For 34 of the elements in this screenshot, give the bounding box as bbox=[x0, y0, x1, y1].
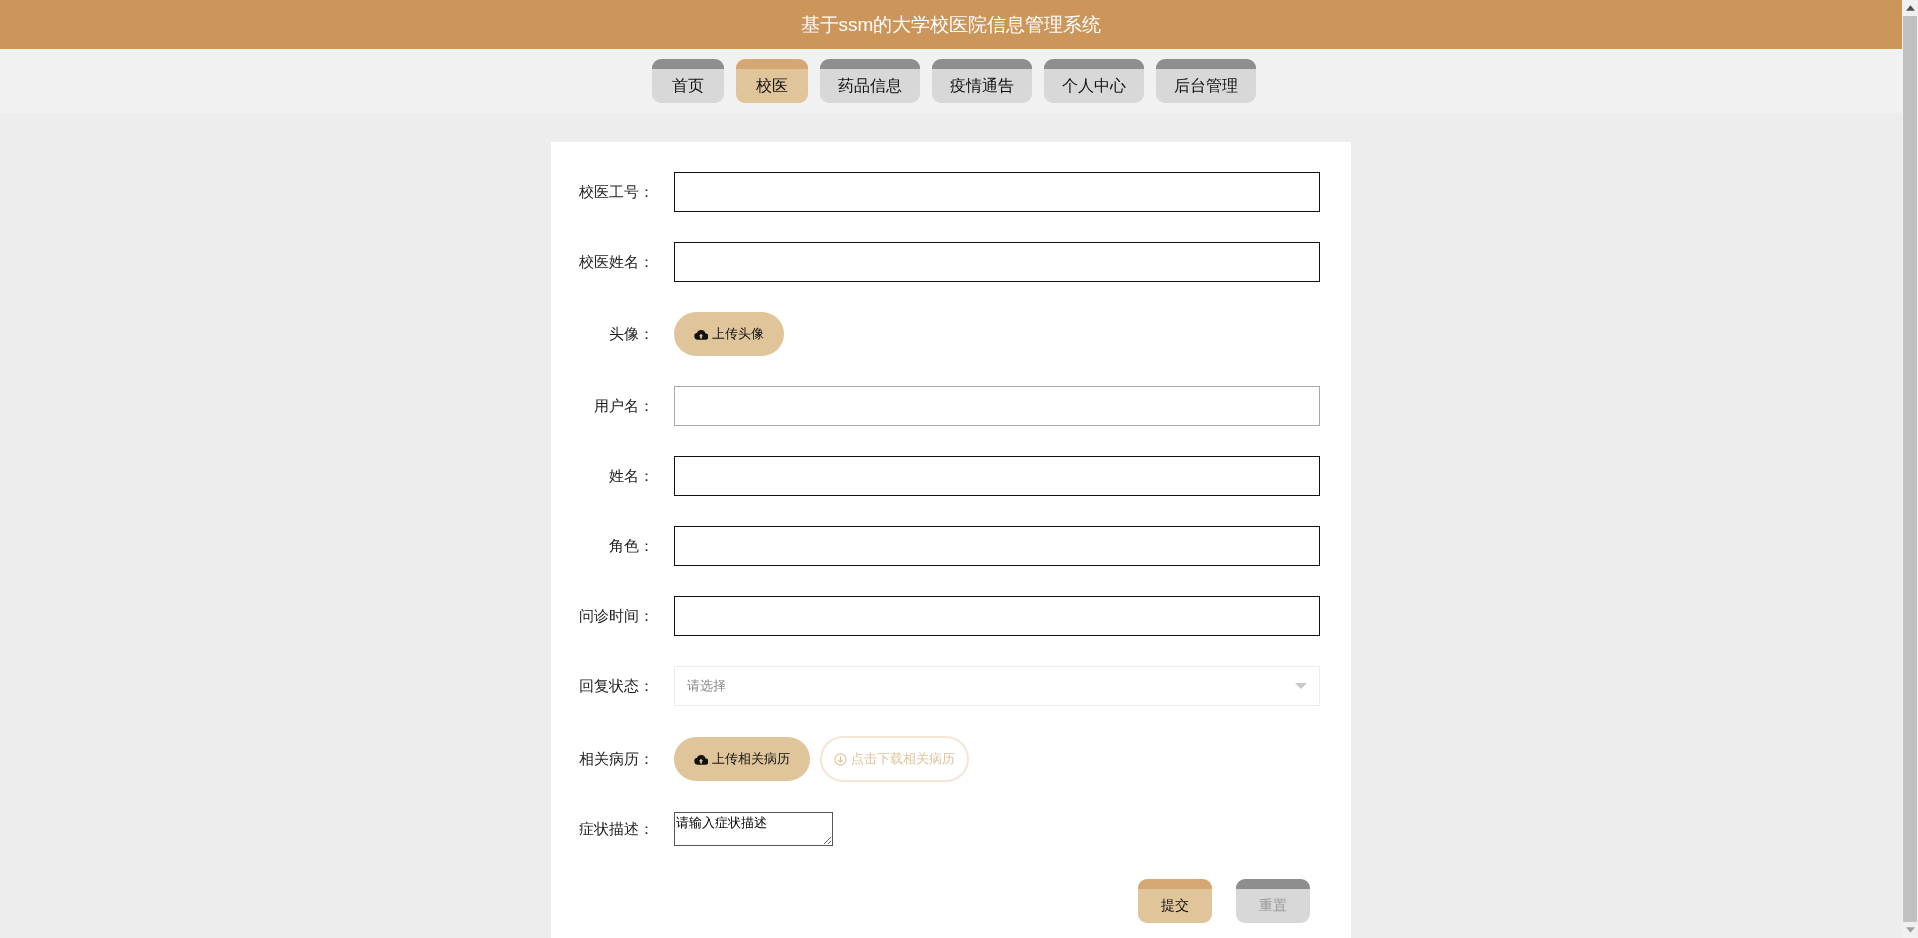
site-title: 基于ssm的大学校医院信息管理系统 bbox=[800, 12, 1102, 37]
field-label: 相关病历： bbox=[578, 749, 654, 769]
nav-tab[interactable]: 疫情通告 bbox=[932, 59, 1032, 103]
cloud-upload-icon bbox=[694, 753, 708, 765]
nav-tab[interactable]: 首页 bbox=[652, 59, 724, 103]
input-field[interactable] bbox=[674, 386, 1320, 426]
field-label: 姓名： bbox=[608, 466, 654, 486]
caret-icon bbox=[1295, 683, 1307, 689]
input-field[interactable] bbox=[674, 456, 1320, 496]
nav-tab[interactable]: 个人中心 bbox=[1044, 59, 1144, 103]
input-field[interactable] bbox=[674, 526, 1320, 566]
upload-button[interactable]: 上传头像 bbox=[674, 312, 784, 356]
text-area[interactable]: 请输入症状描述 bbox=[674, 812, 833, 846]
submit-button[interactable]: 提交 bbox=[1138, 879, 1212, 923]
scroll-up-icon[interactable] bbox=[1905, 5, 1915, 11]
nav-tab[interactable]: 后台管理 bbox=[1156, 59, 1256, 103]
field-label: 用户名： bbox=[593, 396, 654, 416]
nav-tab[interactable]: 药品信息 bbox=[820, 59, 920, 103]
field-label: 头像： bbox=[608, 324, 654, 344]
download-icon bbox=[834, 752, 847, 766]
field-label: 回复状态： bbox=[578, 676, 654, 696]
cloud-upload-icon bbox=[694, 328, 708, 340]
field-label: 校医工号： bbox=[578, 182, 654, 202]
nav-tab[interactable]: 校医 bbox=[736, 59, 808, 103]
field-label: 症状描述： bbox=[578, 819, 654, 839]
input-field[interactable] bbox=[674, 172, 1320, 212]
field-label: 角色： bbox=[608, 536, 654, 556]
field-label: 问诊时间： bbox=[578, 606, 654, 626]
input-field[interactable] bbox=[674, 242, 1320, 282]
select-field[interactable]: 请选择 bbox=[674, 666, 1320, 706]
upload-button[interactable]: 上传相关病历 bbox=[674, 737, 810, 781]
field-label: 校医姓名： bbox=[578, 252, 654, 272]
scroll-thumb[interactable] bbox=[1903, 16, 1917, 922]
input-field[interactable] bbox=[674, 596, 1320, 636]
